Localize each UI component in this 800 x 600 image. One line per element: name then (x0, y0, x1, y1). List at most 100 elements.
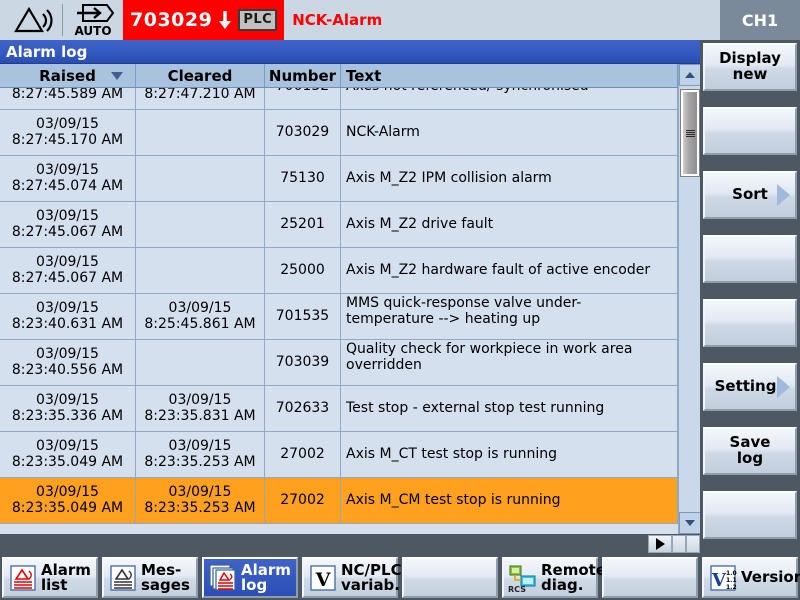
cell-text-line1: MMS quick-response valve under- (346, 295, 582, 311)
softkey-save-log[interactable]: Save log (703, 427, 797, 475)
table-row[interactable]: 03/09/15 8:27:45.589 AM 03/09/15 8:27:47… (0, 88, 678, 110)
column-header-number[interactable]: Number (265, 64, 341, 87)
scrollbar-track[interactable] (679, 86, 701, 512)
chevron-up-icon (685, 72, 695, 78)
cell-text: Axis M_Z2 drive fault (341, 202, 678, 247)
svg-text:V: V (315, 569, 332, 591)
active-alarm-number: 703029 (130, 9, 213, 31)
alarm-log-icon (208, 563, 238, 593)
softkey-empty-1[interactable] (703, 107, 797, 155)
softkey-nc-plc-variab[interactable]: V NC/PLC variab. (302, 557, 402, 598)
table-row[interactable]: 03/09/15 8:23:35.336 AM 03/09/15 8:23:35… (0, 386, 678, 432)
chevron-down-icon (685, 520, 695, 526)
cleared-time: 8:27:47.210 AM (144, 88, 256, 102)
cell-cleared: 03/09/15 8:25:45.861 AM (136, 294, 265, 339)
softkey-label: Alarm list (41, 562, 96, 594)
softkey-sort[interactable]: Sort (703, 171, 797, 219)
cell-text-line2: overridden (346, 356, 422, 373)
chevron-right-icon (655, 538, 665, 550)
table-row[interactable]: 03/09/15 8:27:45.067 AM 25000 Axis M_Z2 … (0, 248, 678, 294)
table-body: 03/09/15 8:27:45.589 AM 03/09/15 8:27:47… (0, 88, 678, 534)
cell-text-line1: Quality check for workpiece in work area (346, 341, 633, 357)
column-header-raised-label: Raised (39, 66, 96, 85)
table-row[interactable]: 03/09/15 8:27:45.170 AM 703029 NCK-Alarm (0, 110, 678, 156)
svg-text:RCS: RCS (508, 585, 526, 593)
softkey-remote-diag[interactable]: RCS Remote diag. (502, 557, 606, 598)
softkey-label: NC/PLC variab. (341, 562, 402, 593)
cell-number: 25000 (265, 248, 341, 293)
alarm-list-icon (8, 563, 38, 593)
raised-time: 8:23:40.556 AM (11, 361, 124, 378)
raised-date: 03/09/15 (36, 299, 99, 316)
softkey-empty-3[interactable] (703, 299, 797, 347)
softkey-label-line1: Settings (714, 377, 786, 396)
softkey-label-line2: sages (141, 575, 190, 594)
column-header-cleared[interactable]: Cleared (136, 64, 265, 87)
cell-raised: 03/09/15 8:23:35.049 AM (0, 432, 136, 477)
table-row[interactable]: 03/09/15 8:23:35.049 AM 03/09/15 8:23:35… (0, 432, 678, 478)
softkey-label-line1: Version (741, 568, 800, 586)
column-header-raised[interactable]: Raised (0, 64, 136, 87)
svg-text:V: V (711, 570, 727, 591)
softkey-empty-b1[interactable] (402, 557, 498, 598)
raised-time: 8:27:45.067 AM (11, 223, 124, 240)
cell-raised: 03/09/15 8:23:35.049 AM (0, 478, 136, 523)
vertical-scrollbar[interactable] (678, 64, 701, 534)
raised-date: 03/09/15 (36, 115, 99, 132)
softkey-empty-4[interactable] (703, 491, 797, 539)
auto-mode-icon: AUTO (63, 0, 123, 40)
table-row-selected[interactable]: 03/09/15 8:23:35.049 AM 03/09/15 8:23:35… (0, 478, 678, 524)
cell-cleared (136, 202, 265, 247)
softkey-empty-2[interactable] (703, 235, 797, 283)
cleared-time: 8:25:45.861 AM (144, 315, 256, 332)
table-row[interactable]: 03/09/15 8:23:40.631 AM 03/09/15 8:25:45… (0, 294, 678, 340)
cell-number: 703039 (265, 340, 341, 385)
table-row[interactable]: 03/09/15 8:27:45.074 AM 75130 Axis M_Z2 … (0, 156, 678, 202)
table-row[interactable]: 03/09/15 8:27:45.067 AM 25201 Axis M_Z2 … (0, 202, 678, 248)
active-alarm-text: NCK-Alarm (292, 11, 383, 29)
strip-spacer-2 (686, 535, 700, 553)
raised-time: 8:27:45.067 AM (11, 269, 124, 286)
cleared-date: 03/09/15 (168, 299, 232, 316)
cell-raised: 03/09/15 8:27:45.067 AM (0, 202, 136, 247)
raised-time: 8:27:45.589 AM (11, 88, 124, 102)
cell-number: 75130 (265, 156, 341, 201)
softkey-settings[interactable]: Settings (703, 363, 797, 411)
scroll-right-button[interactable] (648, 535, 672, 553)
scroll-up-button[interactable] (679, 64, 701, 86)
cell-cleared (136, 156, 265, 201)
cell-cleared (136, 110, 265, 155)
svg-text:1.1: 1.1 (726, 577, 737, 584)
application-window: AUTO 703029 PLC NCK-Alarm CH1 Alarm log … (0, 0, 800, 600)
raised-date: 03/09/15 (36, 207, 99, 224)
table-row[interactable]: 03/09/15 8:23:40.556 AM 703039 Quality c… (0, 340, 678, 386)
scrollbar-thumb[interactable] (680, 89, 700, 177)
submenu-arrow-icon (777, 184, 790, 206)
raised-time: 8:27:45.074 AM (11, 177, 124, 194)
softkey-label: Version (741, 570, 800, 585)
cell-raised: 03/09/15 8:23:40.631 AM (0, 294, 136, 339)
cleared-time: 8:23:35.253 AM (144, 453, 256, 470)
cleared-date: 03/09/15 (168, 391, 232, 408)
column-header-text[interactable]: Text (341, 64, 678, 87)
cell-number: 701535 (265, 294, 341, 339)
svg-text:AUTO: AUTO (74, 24, 111, 38)
scroll-down-button[interactable] (679, 512, 701, 534)
cell-cleared (136, 248, 265, 293)
softkey-display-new[interactable]: Display new (703, 43, 797, 91)
active-alarm-banner[interactable]: 703029 PLC (123, 0, 285, 40)
softkey-messages[interactable]: Mes- sages (102, 557, 198, 598)
softkey-alarm-log[interactable]: Alarm log (202, 557, 298, 598)
softkey-empty-b2[interactable] (602, 557, 698, 598)
softkey-alarm-list[interactable]: Alarm list (2, 557, 98, 598)
cell-text: Axes not referenced/ synchronised (341, 88, 678, 109)
softkey-version[interactable]: V 1.0 1.1 1.2 Version (702, 557, 800, 598)
channel-indicator[interactable]: CH1 (720, 0, 800, 40)
cleared-date: 03/09/15 (168, 483, 232, 500)
softkey-label-line2: list (41, 575, 68, 594)
softkey-label: Remote diag. (541, 562, 606, 593)
cleared-time: 8:23:35.831 AM (144, 407, 256, 424)
cell-number: 703029 (265, 110, 341, 155)
cell-raised: 03/09/15 8:27:45.170 AM (0, 110, 136, 155)
cell-text: Axis M_CT test stop is running (341, 432, 678, 477)
